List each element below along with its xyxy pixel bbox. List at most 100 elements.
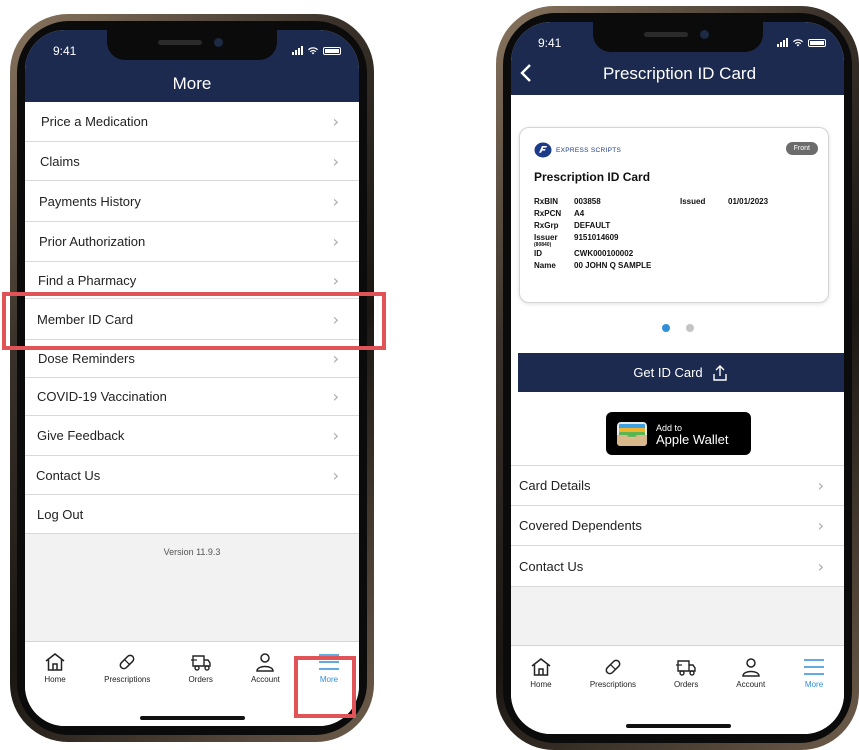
person-icon [256,653,275,672]
tab-bar: Home Prescriptions Orders Account More [511,645,844,734]
page-title: More [172,74,212,93]
version-label: Version 11.9.3 [163,547,221,557]
menu-item-label: Price a Medication [41,114,148,129]
home-icon [531,658,551,676]
home-indicator [625,724,731,728]
id-card-options-list: Card Details › Covered Dependents › Contac… [511,465,844,587]
wallet-line2: Apple Wallet [656,431,729,447]
signal-icon [292,46,303,55]
menu-item-label: Payments History [39,193,141,209]
tab-label: Orders [673,680,699,689]
chevron-right-icon: › [817,476,824,495]
menu-item-contact-us[interactable]: Contact Us › [25,456,359,495]
chevron-right-icon: › [332,387,339,406]
battery-icon [323,47,341,55]
rxbin-label: RxBIN [534,197,559,206]
issued-label: Issued [680,197,706,206]
issued-value: 01/01/2023 [728,197,769,206]
menu-item-label: Contact Us [36,467,101,483]
tab-orders[interactable]: Orders [674,657,698,734]
name-label: Name [534,261,556,270]
signal-icon [777,38,788,47]
wifi-icon [793,39,803,47]
prescription-id-card[interactable]: EXPRESS SCRIPTS Front Prescription ID Ca… [519,127,829,303]
id-card-section: EXPRESS SCRIPTS Front Prescription ID Ca… [511,95,844,465]
menu-item-price-a-medication[interactable]: Price a Medication › [25,102,359,142]
more-tab-highlight [294,656,356,718]
card-heading: Prescription ID Card [534,170,651,184]
list-item-covered-dependents[interactable]: Covered Dependents › [511,506,844,546]
menu-item-label: Dose Reminders [38,351,135,366]
status-time: 9:41 [538,36,562,50]
tab-label: Prescriptions [589,680,637,689]
tab-more[interactable]: More [803,657,825,734]
menu-item-payments-history[interactable]: Payments History › [25,181,359,222]
tab-label: Prescriptions [104,675,151,684]
menu-item-give-feedback[interactable]: Give Feedback › [25,416,359,456]
list-item-card-details[interactable]: Card Details › [511,466,844,506]
chevron-right-icon: › [332,232,339,251]
tab-label: Home [44,675,66,684]
menu-item-claims[interactable]: Claims › [25,142,359,181]
battery-icon [808,39,826,47]
menu-item-label: Log Out [37,506,84,522]
menu-icon [804,659,825,675]
tab-prescriptions[interactable]: Prescriptions [104,652,150,726]
tab-account[interactable]: Account [251,652,280,726]
rxbin-value: 003858 [574,197,601,206]
tab-orders[interactable]: Orders [188,652,213,726]
chevron-right-icon: › [332,151,339,171]
chevron-right-icon: › [332,465,339,485]
get-id-card-button[interactable]: Get ID Card [518,353,844,392]
prescription-id-card-screen: 9:41 Prescription ID Card EXPRESS SCRIPT… [511,22,844,734]
menu-item-covid-19-vaccination[interactable]: COVID-19 Vaccination › [25,378,359,416]
menu-item-log-out[interactable]: Log Out [25,495,359,534]
menu-item-label: Prior Authorization [39,234,146,249]
tab-home[interactable]: Home [44,652,66,726]
tab-home[interactable]: Home [530,657,552,734]
chevron-right-icon: › [332,426,339,445]
list-item-label: Card Details [519,478,591,493]
home-icon [45,653,65,671]
tab-label: Home [530,680,552,689]
home-indicator [140,716,245,720]
brand-name: EXPRESS SCRIPTS [556,146,622,154]
tab-prescriptions[interactable]: Prescriptions [590,657,636,734]
issuer-value: 9151014609 [574,233,619,242]
truck-icon [676,660,696,676]
list-item-label: Contact Us [519,558,584,574]
menu-item-label: Find a Pharmacy [38,272,137,288]
id-label: ID [534,249,542,258]
chevron-right-icon: › [332,270,339,290]
rxgrp-label: RxGrp [534,221,559,230]
name-value: 00 JOHN Q SAMPLE [574,261,652,270]
list-item-contact-us[interactable]: Contact Us › [511,546,844,587]
more-screen: 9:41 More Price a Medication › Claims › Pa… [25,30,359,726]
pill-icon [119,654,135,670]
chevron-right-icon: › [817,556,824,576]
card-page-indicator[interactable] [511,324,844,332]
wifi-icon [308,47,318,55]
chevron-right-icon: › [332,349,339,368]
person-icon [741,658,760,677]
rxgrp-value: DEFAULT [574,221,611,230]
add-to-apple-wallet-button[interactable]: Add to Apple Wallet [606,412,751,455]
wallet-icon [617,421,647,446]
chevron-right-icon: › [332,112,339,131]
pill-icon [605,659,621,675]
chevron-right-icon: › [817,516,824,535]
share-upload-icon [712,364,727,381]
menu-item-prior-authorization[interactable]: Prior Authorization › [25,222,359,262]
card-side-badge: Front [785,142,818,155]
status-time: 9:41 [53,44,77,58]
tab-label: More [804,680,824,689]
tab-account[interactable]: Account [736,657,765,734]
page-dot-active [661,324,670,332]
rxpcn-label: RxPCN [534,209,562,218]
chevron-right-icon: › [332,191,339,211]
menu-item-label: COVID-19 Vaccination [37,389,167,404]
rxpcn-value: A4 [574,209,585,218]
list-item-label: Covered Dependents [519,518,642,533]
page-title: Prescription ID Card [602,64,757,83]
tab-label: Orders [188,675,213,684]
